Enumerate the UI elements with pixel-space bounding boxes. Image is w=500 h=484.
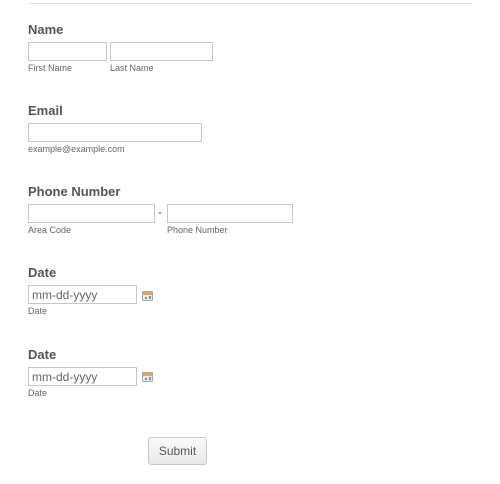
submit-button[interactable]: Submit <box>148 437 207 465</box>
first-name-input[interactable] <box>28 42 107 61</box>
area-code-input[interactable] <box>28 204 155 223</box>
date-sublabel-2: Date <box>28 388 48 398</box>
date-input-2[interactable] <box>28 367 137 386</box>
name-label: Name <box>28 22 64 37</box>
email-label: Email <box>28 103 63 118</box>
calendar-icon[interactable] <box>142 372 153 382</box>
date-label-2: Date <box>28 347 57 362</box>
calendar-icon[interactable] <box>142 291 153 301</box>
phone-label: Phone Number <box>28 184 121 199</box>
last-name-input[interactable] <box>110 42 213 61</box>
phone-number-sublabel: Phone Number <box>167 225 228 235</box>
email-sublabel: example@example.com <box>28 144 125 154</box>
first-name-sublabel: First Name <box>28 63 73 73</box>
phone-separator: - <box>158 205 162 219</box>
date-input-1[interactable] <box>28 285 137 304</box>
last-name-sublabel: Last Name <box>110 63 154 73</box>
date-label-1: Date <box>28 265 57 280</box>
date-sublabel-1: Date <box>28 306 48 316</box>
phone-number-input[interactable] <box>167 204 293 223</box>
top-divider <box>28 3 472 4</box>
email-input[interactable] <box>28 123 202 142</box>
area-code-sublabel: Area Code <box>28 225 72 235</box>
